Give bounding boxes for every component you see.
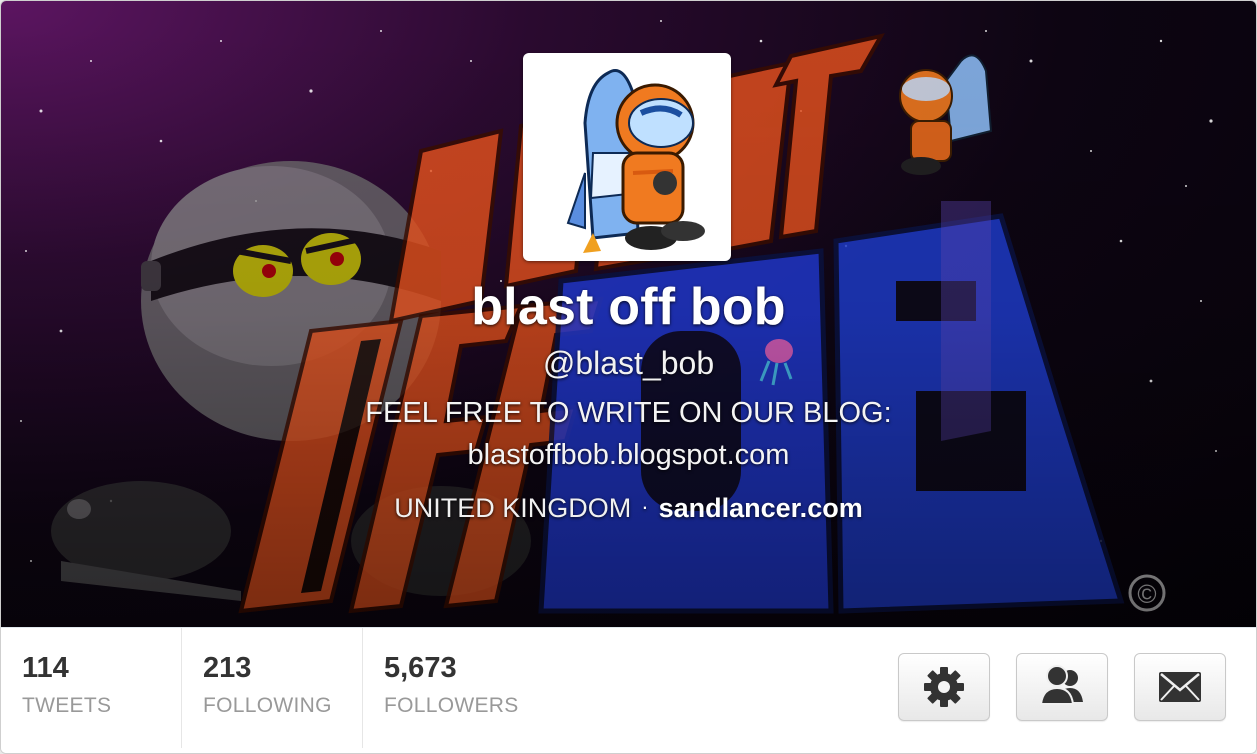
stat-following[interactable]: 213 FOLLOWING (182, 628, 363, 748)
people-button[interactable] (1016, 653, 1108, 721)
profile-avatar[interactable] (523, 53, 731, 261)
profile-card: © blast off bob @blast_bob (0, 0, 1257, 754)
profile-location: UNITED KINGDOM (394, 493, 632, 523)
profile-meta: UNITED KINGDOM · sandlancer.com (1, 493, 1256, 524)
meta-separator: · (641, 494, 649, 519)
envelope-icon (1159, 672, 1201, 702)
profile-bio-line2: blastoffbob.blogspot.com (467, 439, 790, 471)
profile-website-link[interactable]: sandlancer.com (659, 493, 863, 523)
people-icon (1039, 665, 1083, 705)
message-button[interactable] (1134, 653, 1226, 721)
profile-stats-bar: 114 TWEETS 213 FOLLOWING 5,673 FOLLOWERS (1, 627, 1256, 753)
followers-label: FOLLOWERS (384, 694, 519, 717)
tweets-count: 114 (22, 652, 69, 684)
following-label: FOLLOWING (203, 694, 332, 717)
following-count: 213 (203, 652, 252, 684)
profile-handle[interactable]: @blast_bob (1, 345, 1256, 382)
profile-header: © blast off bob @blast_bob (1, 1, 1256, 627)
avatar-rocket-icon (566, 69, 705, 253)
followers-count: 5,673 (384, 652, 457, 684)
gear-icon (924, 667, 964, 707)
stat-followers[interactable]: 5,673 FOLLOWERS (363, 628, 543, 748)
stat-tweets[interactable]: 114 TWEETS (1, 628, 182, 748)
settings-button[interactable] (898, 653, 990, 721)
profile-bio-line1: FEEL FREE TO WRITE ON OUR BLOG: (365, 397, 892, 429)
tweets-label: TWEETS (22, 694, 112, 717)
profile-name: blast off bob (471, 278, 786, 336)
